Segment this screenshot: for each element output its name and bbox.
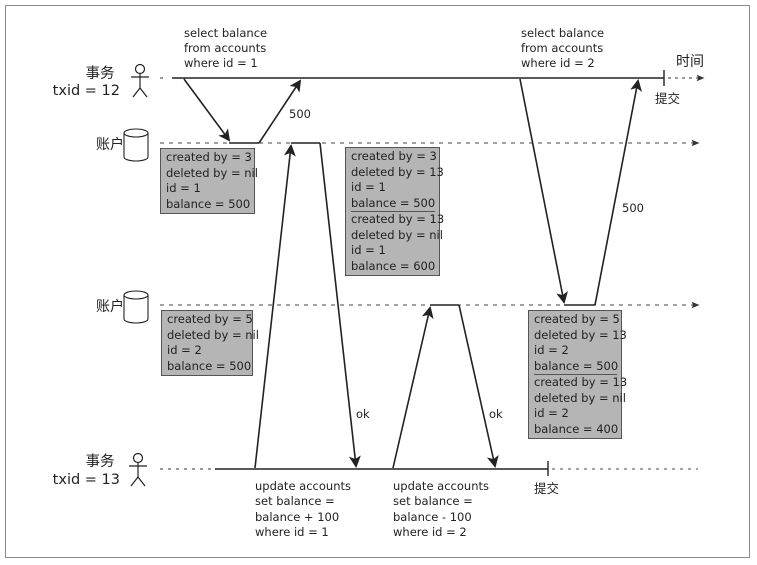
- tx13-write-acc2-response: [458, 304, 499, 468]
- tx13-name: 事务: [86, 453, 115, 470]
- response-label-500: 500: [289, 107, 311, 121]
- acc1-versions-after-box: created by = 3 deleted by = 13 id = 1 ba…: [345, 147, 445, 276]
- user-icon: [131, 63, 149, 98]
- deleted-by: deleted by = nil: [534, 390, 626, 405]
- tx13-query1-line1: update accounts: [255, 479, 351, 493]
- tx13-query1-line2: set balance =: [255, 494, 335, 508]
- tx12-commit-label: 提交: [655, 91, 680, 106]
- balance: balance = 500: [167, 358, 252, 373]
- tx13-query1-line4: where id = 1: [255, 525, 329, 539]
- tx13-commit-label: 提交: [534, 481, 559, 496]
- row-id: id = 1: [351, 243, 386, 257]
- deleted-by: deleted by = 13: [534, 327, 627, 342]
- tx13-query2-line2: set balance =: [393, 494, 473, 508]
- tx12-query2-line1: select balance: [521, 26, 604, 40]
- row-version: created by = 13 deleted by = nil id = 1 …: [351, 211, 445, 274]
- tx13-write-acc2-request: [392, 306, 434, 469]
- created-by: created by = 13: [534, 375, 628, 389]
- tx12-query1-line2: from accounts: [184, 41, 266, 55]
- response-label-500: 500: [622, 201, 644, 215]
- tx12-name: 事务: [86, 65, 115, 82]
- mvcc-diagram: 事务 txid = 12 时间 提交 select balance from a…: [53, 26, 705, 539]
- tx12-read-acc2-response: [594, 79, 643, 306]
- tx13-write-acc1-request: [254, 144, 296, 469]
- acc2-versions-after-box: created by = 5 deleted by = 13 id = 2 ba…: [528, 310, 628, 439]
- deleted-by: deleted by = nil: [166, 165, 258, 180]
- tx12-query1-line1: select balance: [184, 26, 267, 40]
- tx13-query1-line3: balance + 100: [255, 510, 339, 524]
- tx13-txid: txid = 13: [53, 472, 120, 488]
- acc2-version-box: created by = 5 deleted by = nil id = 2 b…: [161, 310, 259, 376]
- balance: balance = 400: [534, 421, 619, 436]
- row-id: id = 2: [167, 343, 202, 357]
- tx12-query2-line3: where id = 2: [521, 56, 595, 70]
- response-label-ok: ok: [356, 407, 370, 421]
- tx13-query2-line1: update accounts: [393, 479, 489, 493]
- user-icon: [129, 452, 147, 487]
- tx13-query2-line4: where id = 2: [393, 525, 467, 539]
- created-by: created by = 5: [534, 312, 620, 326]
- tx12-query1-line3: where id = 1: [184, 56, 258, 70]
- time-label: 时间: [676, 54, 704, 70]
- row-id: id = 1: [351, 180, 386, 194]
- created-by: created by = 3: [166, 150, 252, 164]
- balance: balance = 600: [351, 258, 436, 273]
- tx12-txid: txid = 12: [53, 83, 120, 99]
- tx12-read-acc1-request: [183, 78, 231, 142]
- row-version: created by = 5 deleted by = 13 id = 2 ba…: [534, 312, 627, 374]
- balance: balance = 500: [166, 196, 251, 211]
- tx12-read-acc2-request: [519, 78, 568, 304]
- deleted-by: deleted by = nil: [351, 227, 443, 242]
- deleted-by: deleted by = nil: [167, 327, 259, 342]
- balance: balance = 500: [351, 195, 436, 210]
- row-version: created by = 3 deleted by = 13 id = 1 ba…: [351, 149, 444, 211]
- response-label-ok: ok: [489, 407, 503, 421]
- database-icon: [123, 290, 149, 324]
- row-id: id = 1: [166, 181, 201, 195]
- created-by: created by = 3: [351, 149, 437, 163]
- row-version: created by = 3 deleted by = nil id = 1 b…: [166, 150, 258, 212]
- row-id: id = 2: [534, 406, 569, 420]
- database-icon: [123, 128, 149, 162]
- deleted-by: deleted by = 13: [351, 164, 444, 179]
- row-version: created by = 5 deleted by = nil id = 2 b…: [167, 312, 259, 374]
- row-id: id = 2: [534, 343, 569, 357]
- created-by: created by = 5: [167, 312, 253, 326]
- tx12-query2-line2: from accounts: [521, 41, 603, 55]
- balance: balance = 500: [534, 358, 619, 373]
- row-version: created by = 13 deleted by = nil id = 2 …: [534, 374, 628, 437]
- tx13-query2-line3: balance - 100: [393, 510, 472, 524]
- created-by: created by = 13: [351, 212, 445, 226]
- acc1-version-box: created by = 3 deleted by = nil id = 1 b…: [160, 148, 258, 214]
